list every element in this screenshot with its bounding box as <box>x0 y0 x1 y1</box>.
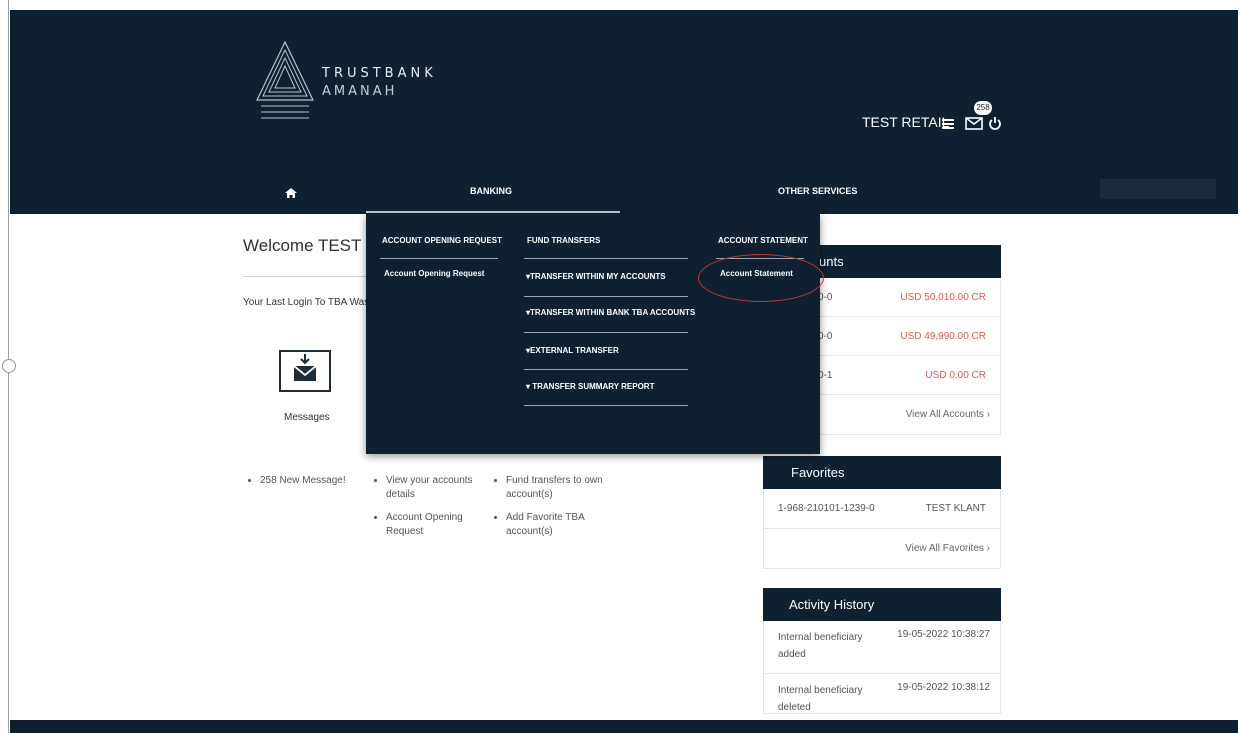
activity-description: Internal beneficiary added <box>778 632 863 660</box>
banking-bullets: View your accounts details Account Openi… <box>374 474 484 548</box>
menu-icon[interactable] <box>941 116 955 130</box>
envelope-icon <box>293 354 317 381</box>
nav-other-services[interactable]: OTHER SERVICES <box>778 186 857 196</box>
menu-item-external-transfer[interactable]: ▾EXTERNAL TRANSFER <box>526 346 619 355</box>
last-login-text: Your Last Login To TBA Was <box>243 297 370 308</box>
highlight-annotation <box>698 254 824 302</box>
menu-heading-account-statement: ACCOUNT STATEMENT <box>718 236 808 245</box>
brand-name: TRUSTBANK <box>322 66 437 81</box>
messages-bullets: 258 New Message! <box>248 474 368 497</box>
table-row[interactable]: Internal beneficiary added 19-05-2022 10… <box>763 621 1001 674</box>
account-balance: USD 50,010.00 CR <box>900 291 986 303</box>
menu-divider <box>524 369 688 370</box>
list-item[interactable]: Add Favorite TBA account(s) <box>506 511 604 539</box>
favorites-panel: Favorites 1-968-210101-1239-0 TEST KLANT… <box>763 456 1001 569</box>
new-messages-item[interactable]: 258 New Message! <box>260 474 368 488</box>
table-row[interactable]: 1-968-210101-1239-0 TEST KLANT <box>763 489 1001 529</box>
list-item[interactable]: Fund transfers to own account(s) <box>506 474 604 502</box>
messages-icon[interactable] <box>279 350 331 392</box>
account-balance: USD 49,990.00 CR <box>900 330 986 342</box>
menu-divider <box>380 258 498 259</box>
brand-subname: AMANAH <box>322 84 398 99</box>
view-all-favorites-link[interactable]: View All Favorites › <box>763 529 1001 569</box>
window-handle[interactable] <box>2 359 16 373</box>
activity-panel: Activity History Internal beneficiary ad… <box>763 588 1001 714</box>
menu-heading-fund-transfers: FUND TRANSFERS <box>527 236 601 245</box>
menu-item-transfer-within-my-accounts[interactable]: ▾TRANSFER WITHIN MY ACCOUNTS <box>526 272 666 281</box>
menu-divider <box>524 405 688 406</box>
menu-item-account-opening-request[interactable]: Account Opening Request <box>384 269 484 278</box>
menu-heading-account-opening: ACCOUNT OPENING REQUEST <box>382 236 503 245</box>
messages-label[interactable]: Messages <box>284 412 330 423</box>
activity-description: Internal beneficiary deleted <box>778 685 863 713</box>
activity-time: 19-05-2022 10:38:12 <box>897 682 990 693</box>
nav-active-indicator <box>366 211 620 213</box>
activity-panel-title: Activity History <box>763 588 1001 621</box>
favorite-account: 1-968-210101-1239-0 <box>778 503 875 514</box>
welcome-divider <box>243 276 368 277</box>
favorites-panel-title: Favorites <box>763 456 1001 489</box>
list-item[interactable]: Account Opening Request <box>386 511 484 539</box>
menu-item-transfer-within-bank[interactable]: ▾TRANSFER WITHIN BANK TBA ACCOUNTS <box>526 308 695 317</box>
footer-bar <box>10 720 1238 733</box>
activity-time: 19-05-2022 10:38:27 <box>897 629 990 640</box>
nav-banking[interactable]: BANKING <box>470 186 512 196</box>
site-header <box>10 10 1238 214</box>
menu-divider <box>524 296 688 297</box>
favorite-name: TEST KLANT <box>925 503 986 514</box>
account-balance: USD 0.00 CR <box>925 369 986 381</box>
power-icon[interactable] <box>988 116 1002 130</box>
nav-search-box[interactable] <box>1100 179 1216 199</box>
menu-divider <box>524 258 688 259</box>
welcome-title: Welcome TEST <box>243 236 362 255</box>
menu-item-transfer-summary-report[interactable]: ▾ TRANSFER SUMMARY REPORT <box>526 382 654 391</box>
transfer-bullets: Fund transfers to own account(s) Add Fav… <box>494 474 604 548</box>
bank-logo[interactable] <box>255 40 315 122</box>
home-icon[interactable] <box>284 186 298 200</box>
menu-divider <box>524 332 688 333</box>
top-margin <box>8 0 1240 10</box>
mail-count-badge: 258 <box>974 101 992 115</box>
user-name[interactable]: TEST RETAIL <box>862 114 949 130</box>
list-item[interactable]: View your accounts details <box>386 474 484 502</box>
table-row[interactable]: Internal beneficiary deleted 19-05-2022 … <box>763 674 1001 714</box>
banking-mega-menu: ACCOUNT OPENING REQUEST Account Opening … <box>366 214 820 454</box>
